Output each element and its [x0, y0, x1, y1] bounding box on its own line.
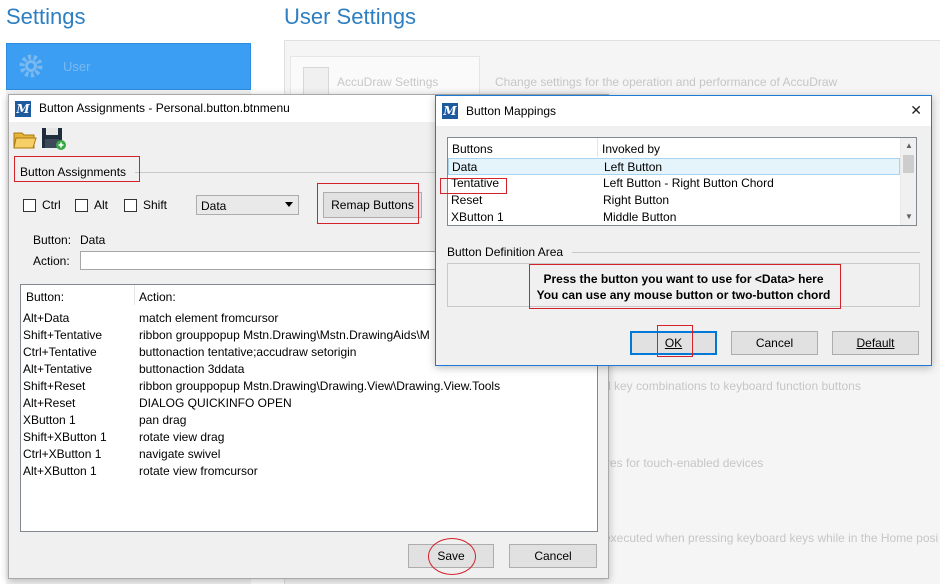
shift-label: Shift [143, 198, 168, 212]
row-invoked-by: Left Button - Right Button Chord [603, 176, 774, 190]
setting-description: d key combinations to keyboard function … [604, 379, 861, 393]
row-invoked-by: Left Button [604, 160, 663, 174]
alt-checkbox[interactable] [75, 199, 88, 212]
table-row[interactable]: Tentative Left Button - Right Button Chor… [448, 175, 900, 192]
accudraw-icon [303, 67, 329, 95]
table-row[interactable]: Ctrl+XButton 1 navigate swivel [21, 446, 597, 463]
row-button: Reset [451, 193, 483, 207]
button-assignments-group-label: Button Assignments [20, 165, 127, 179]
row-action: buttonaction tentative;accudraw setorigi… [139, 345, 357, 359]
row-action: pan drag [139, 413, 187, 427]
row-action: ribbon grouppopup Mstn.Drawing\Mstn.Draw… [139, 328, 430, 342]
scroll-up-icon[interactable]: ▲ [901, 138, 916, 154]
table-header: Buttons Invoked by [448, 138, 900, 158]
column-header-action[interactable]: Action: [139, 290, 176, 304]
button-definition-area[interactable]: Press the button you want to use for <Da… [447, 263, 920, 307]
row-button: Shift+XButton 1 [23, 430, 107, 444]
default-label: Default [856, 336, 895, 350]
button-select-value: Data [201, 199, 227, 213]
row-button: Data [452, 160, 478, 174]
close-icon[interactable]: ✕ [910, 102, 922, 119]
instruction-line-1: Press the button you want to use for <Da… [543, 272, 824, 286]
table-row[interactable]: Alt+Reset DIALOG QUICKINFO OPEN [21, 395, 597, 412]
row-invoked-by: Right Button [603, 193, 670, 207]
row-button: Alt+Data [23, 311, 70, 325]
ok-label: OK [664, 336, 683, 350]
button-field-value: Data [80, 233, 106, 247]
row-button: Ctrl+XButton 1 [23, 447, 102, 461]
row-action: navigate swivel [139, 447, 221, 461]
row-button: XButton 1 [23, 413, 76, 427]
sidebar-item-label: User [63, 59, 91, 74]
button-mappings-dialog: M Button Mappings ✕ Buttons Invoked by D… [435, 95, 932, 366]
row-button: Alt+XButton 1 [23, 464, 97, 478]
column-header-button[interactable]: Button: [26, 290, 64, 304]
table-row[interactable]: Data Left Button [448, 158, 900, 175]
default-button[interactable]: Default [832, 331, 919, 355]
definition-area-label: Button Definition Area [447, 245, 564, 259]
remap-buttons-button[interactable]: Remap Buttons [323, 192, 422, 218]
alt-label: Alt [94, 198, 109, 212]
microstation-icon: M [15, 101, 31, 117]
settings-main-title: User Settings [284, 4, 417, 29]
column-header-invoked-by[interactable]: Invoked by [602, 142, 660, 156]
button-mappings-table[interactable]: Buttons Invoked by Data Left Button Tenta… [447, 137, 917, 226]
setting-description: tures for touch-enabled devices [596, 456, 764, 470]
folder-open-icon[interactable] [13, 128, 37, 150]
button-field-label: Button: [33, 233, 72, 247]
row-button: Alt+Tentative [23, 362, 93, 376]
settings-left-title: Settings [6, 4, 86, 29]
table-row[interactable]: Alt+XButton 1 rotate view fromcursor [21, 463, 597, 480]
setting-description: executed when pressing keyboard keys whi… [604, 531, 939, 545]
row-button: Shift+Reset [23, 379, 86, 393]
row-button: Ctrl+Tentative [23, 345, 97, 359]
table-row[interactable]: Shift+XButton 1 rotate view drag [21, 429, 597, 446]
row-action: DIALOG QUICKINFO OPEN [139, 396, 292, 410]
gear-icon [19, 54, 43, 78]
vertical-scrollbar[interactable]: ▲ ▼ [900, 138, 916, 225]
row-action: rotate view drag [139, 430, 225, 444]
ok-button[interactable]: OK [630, 331, 717, 355]
chevron-down-icon [285, 202, 293, 207]
column-header-buttons[interactable]: Buttons [452, 142, 493, 156]
scroll-down-icon[interactable]: ▼ [901, 209, 916, 225]
cancel-button[interactable]: Cancel [509, 544, 597, 568]
group-divider [572, 252, 920, 253]
sidebar-item-user[interactable]: User [6, 43, 251, 90]
table-row[interactable]: XButton 1 Middle Button [448, 209, 900, 225]
ctrl-checkbox[interactable] [23, 199, 36, 212]
row-button: XButton 1 [451, 210, 504, 224]
action-field-label: Action: [33, 254, 70, 268]
instruction-line-2: You can use any mouse button or two-butt… [536, 288, 831, 302]
shift-checkbox[interactable] [124, 199, 137, 212]
save-button[interactable]: Save [408, 544, 494, 568]
save-icon[interactable] [41, 127, 67, 151]
row-action: rotate view fromcursor [139, 464, 258, 478]
microstation-icon: M [442, 103, 458, 119]
row-button: Alt+Reset [23, 396, 76, 410]
ctrl-label: Ctrl [42, 198, 61, 212]
cancel-button[interactable]: Cancel [731, 331, 818, 355]
row-action: match element fromcursor [139, 311, 279, 325]
button-select[interactable]: Data [196, 195, 299, 215]
row-button: Shift+Tentative [23, 328, 103, 342]
column-divider[interactable] [597, 138, 598, 157]
title-bar[interactable]: M Button Mappings ✕ [436, 96, 931, 126]
row-action: ribbon grouppopup Mstn.Drawing\Drawing.V… [139, 379, 501, 393]
window-title: Button Mappings [466, 104, 557, 118]
table-row[interactable]: Reset Right Button [448, 192, 900, 209]
card-label: AccuDraw Settings [337, 75, 439, 89]
window-title: Button Assignments - Personal.button.btn… [39, 101, 290, 115]
table-row[interactable]: XButton 1 pan drag [21, 412, 597, 429]
setting-description: Change settings for the operation and pe… [495, 75, 838, 89]
scroll-thumb[interactable] [903, 155, 914, 173]
table-row[interactable]: Shift+Reset ribbon grouppopup Mstn.Drawin… [21, 378, 597, 395]
row-invoked-by: Middle Button [603, 210, 677, 224]
row-button: Tentative [451, 176, 500, 190]
column-divider[interactable] [134, 285, 135, 305]
row-action: buttonaction 3ddata [139, 362, 245, 376]
